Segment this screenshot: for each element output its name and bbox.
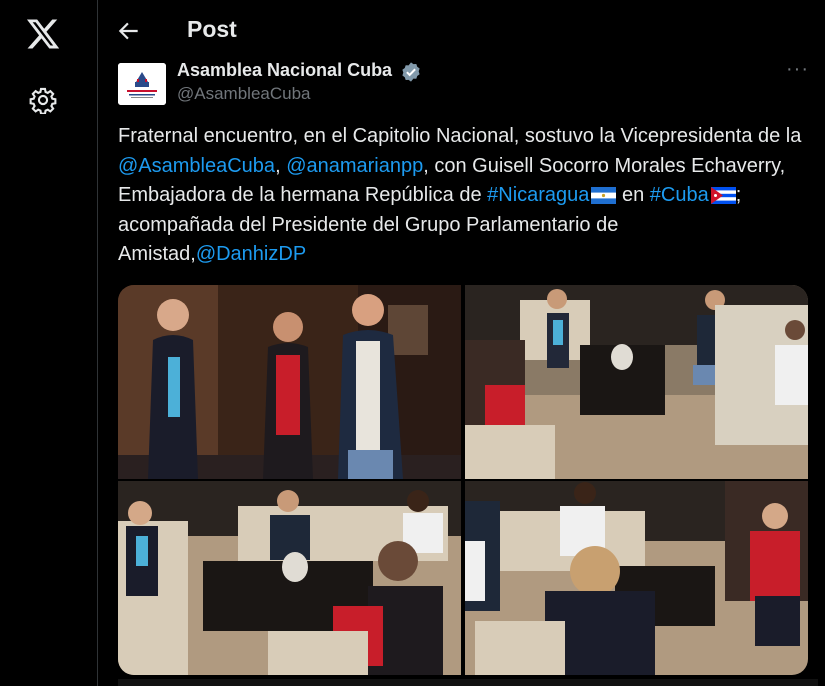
arrow-left-icon[interactable]	[116, 18, 142, 44]
tweet-text-segment: ,	[275, 154, 287, 177]
author-name[interactable]: Asamblea Nacional Cuba	[177, 60, 392, 81]
gear-icon[interactable]	[29, 86, 57, 115]
photo-3[interactable]	[118, 481, 461, 675]
nicaragua-flag-icon	[591, 184, 617, 204]
tweet-text-segment: Fraternal encuentro, en el Capitolio Nac…	[118, 125, 802, 147]
hashtag-link[interactable]: #Cuba	[650, 184, 709, 206]
hashtag-link[interactable]: #Nicaragua	[487, 184, 589, 206]
mention-link[interactable]: @AsambleaCuba	[118, 155, 275, 177]
mention-link[interactable]: @DanhizDP	[196, 243, 306, 265]
post-header: Post	[98, 0, 825, 62]
photo-1[interactable]	[118, 285, 461, 479]
post-detail: Post Asamblea Nacional Cuba @AsambleaCub…	[98, 0, 825, 686]
photo-4[interactable]	[465, 481, 808, 675]
left-navigation	[0, 0, 98, 686]
divider	[118, 679, 818, 686]
page-title: Post	[187, 16, 237, 42]
tweet-text: Fraternal encuentro, en el Capitolio Nac…	[118, 122, 808, 270]
author-handle[interactable]: @AsambleaCuba	[177, 84, 311, 104]
more-options-button[interactable]: ···	[786, 58, 809, 81]
verified-badge-icon[interactable]	[400, 61, 422, 83]
x-logo-icon[interactable]	[25, 16, 61, 52]
avatar[interactable]	[118, 63, 166, 105]
photo-gallery	[118, 285, 808, 675]
tweet-text-segment: en	[616, 184, 650, 206]
photo-2[interactable]	[465, 285, 808, 479]
cuba-flag-icon	[710, 184, 736, 204]
asamblea-logo-icon	[118, 63, 166, 105]
mention-link[interactable]: @anamarianpp	[286, 155, 423, 177]
